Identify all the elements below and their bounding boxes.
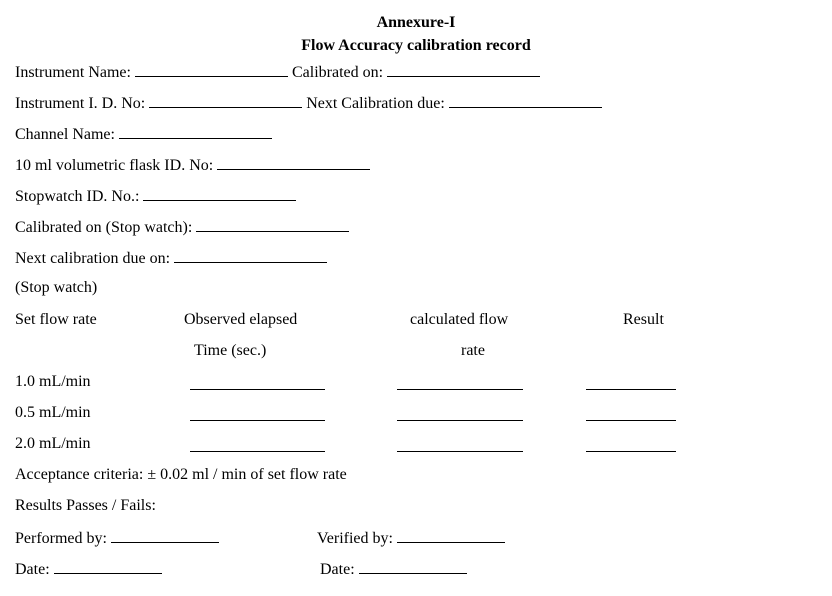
results-pass-fail: Results Passes / Fails: bbox=[15, 497, 156, 514]
row-label: 1.0 mL/min bbox=[15, 373, 91, 390]
date-left-field[interactable] bbox=[53, 559, 162, 574]
channel-name-field[interactable] bbox=[118, 124, 272, 139]
calculated-rate-field[interactable] bbox=[397, 420, 523, 421]
calibrated-on-label: Calibrated on: bbox=[291, 64, 384, 81]
calculated-rate-field[interactable] bbox=[397, 451, 523, 452]
document-title: Flow Accuracy calibration record bbox=[301, 37, 531, 54]
date-right-field[interactable] bbox=[358, 559, 467, 574]
row-label: 0.5 mL/min bbox=[15, 404, 91, 421]
date-left-row: Date: bbox=[15, 559, 162, 579]
header-set-flow-rate: Set flow rate bbox=[15, 311, 97, 328]
header-calculated-flow: calculated flow bbox=[410, 311, 509, 328]
observed-time-field[interactable] bbox=[190, 420, 325, 421]
instrument-name-row: Instrument Name: Calibrated on: bbox=[15, 62, 541, 82]
flask-id-field[interactable] bbox=[217, 155, 371, 170]
result-field[interactable] bbox=[586, 420, 676, 421]
performed-by-field[interactable] bbox=[110, 528, 219, 543]
date-right-label: Date: bbox=[320, 561, 355, 578]
header-result: Result bbox=[623, 311, 664, 328]
next-due-label: Next calibration due on: bbox=[15, 250, 171, 267]
instrument-id-row: Instrument I. D. No: Next Calibration du… bbox=[15, 93, 602, 113]
observed-time-field[interactable] bbox=[190, 451, 325, 452]
channel-name-label: Channel Name: bbox=[15, 126, 115, 143]
observed-time-field[interactable] bbox=[190, 389, 325, 390]
acceptance-criteria: Acceptance criteria: ± 0.02 ml / min of … bbox=[15, 466, 347, 483]
verified-by-label: Verified by: bbox=[317, 530, 393, 547]
stopwatch-id-row: Stopwatch ID. No.: bbox=[15, 186, 297, 206]
flask-id-label: 10 ml volumetric flask ID. No: bbox=[15, 157, 214, 174]
stopwatch-id-label: Stopwatch ID. No.: bbox=[15, 188, 140, 205]
instrument-id-field[interactable] bbox=[149, 93, 303, 108]
calibrated-on-field[interactable] bbox=[387, 62, 541, 77]
stopwatch-id-field[interactable] bbox=[143, 186, 297, 201]
annexure-heading: Annexure-I bbox=[376, 14, 456, 31]
date-left-label: Date: bbox=[15, 561, 50, 578]
header-observed-elapsed: Observed elapsed bbox=[184, 311, 298, 328]
calculated-rate-field[interactable] bbox=[397, 389, 523, 390]
header-time-sec: Time (sec.) bbox=[194, 342, 267, 359]
stopwatch-calibrated-label: Calibrated on (Stop watch): bbox=[15, 219, 193, 236]
stopwatch-calibrated-row: Calibrated on (Stop watch): bbox=[15, 217, 350, 237]
performed-by-label: Performed by: bbox=[15, 530, 107, 547]
next-calibration-due-field[interactable] bbox=[448, 93, 602, 108]
next-due-field[interactable] bbox=[174, 248, 328, 263]
result-field[interactable] bbox=[586, 389, 676, 390]
verified-by-row: Verified by: bbox=[317, 528, 505, 548]
verified-by-field[interactable] bbox=[396, 528, 505, 543]
performed-by-row: Performed by: bbox=[15, 528, 219, 548]
instrument-id-label: Instrument I. D. No: bbox=[15, 95, 146, 112]
result-field[interactable] bbox=[586, 451, 676, 452]
channel-name-row: Channel Name: bbox=[15, 124, 272, 144]
instrument-name-label: Instrument Name: bbox=[15, 64, 131, 81]
date-right-row: Date: bbox=[320, 559, 467, 579]
row-label: 2.0 mL/min bbox=[15, 435, 91, 452]
flask-id-row: 10 ml volumetric flask ID. No: bbox=[15, 155, 371, 175]
instrument-name-field[interactable] bbox=[134, 62, 288, 77]
stopwatch-calibrated-field[interactable] bbox=[196, 217, 350, 232]
stop-watch-note: (Stop watch) bbox=[15, 279, 98, 296]
next-calibration-due-label: Next Calibration due: bbox=[306, 95, 445, 112]
header-rate: rate bbox=[461, 342, 485, 359]
next-due-row: Next calibration due on: bbox=[15, 248, 328, 268]
